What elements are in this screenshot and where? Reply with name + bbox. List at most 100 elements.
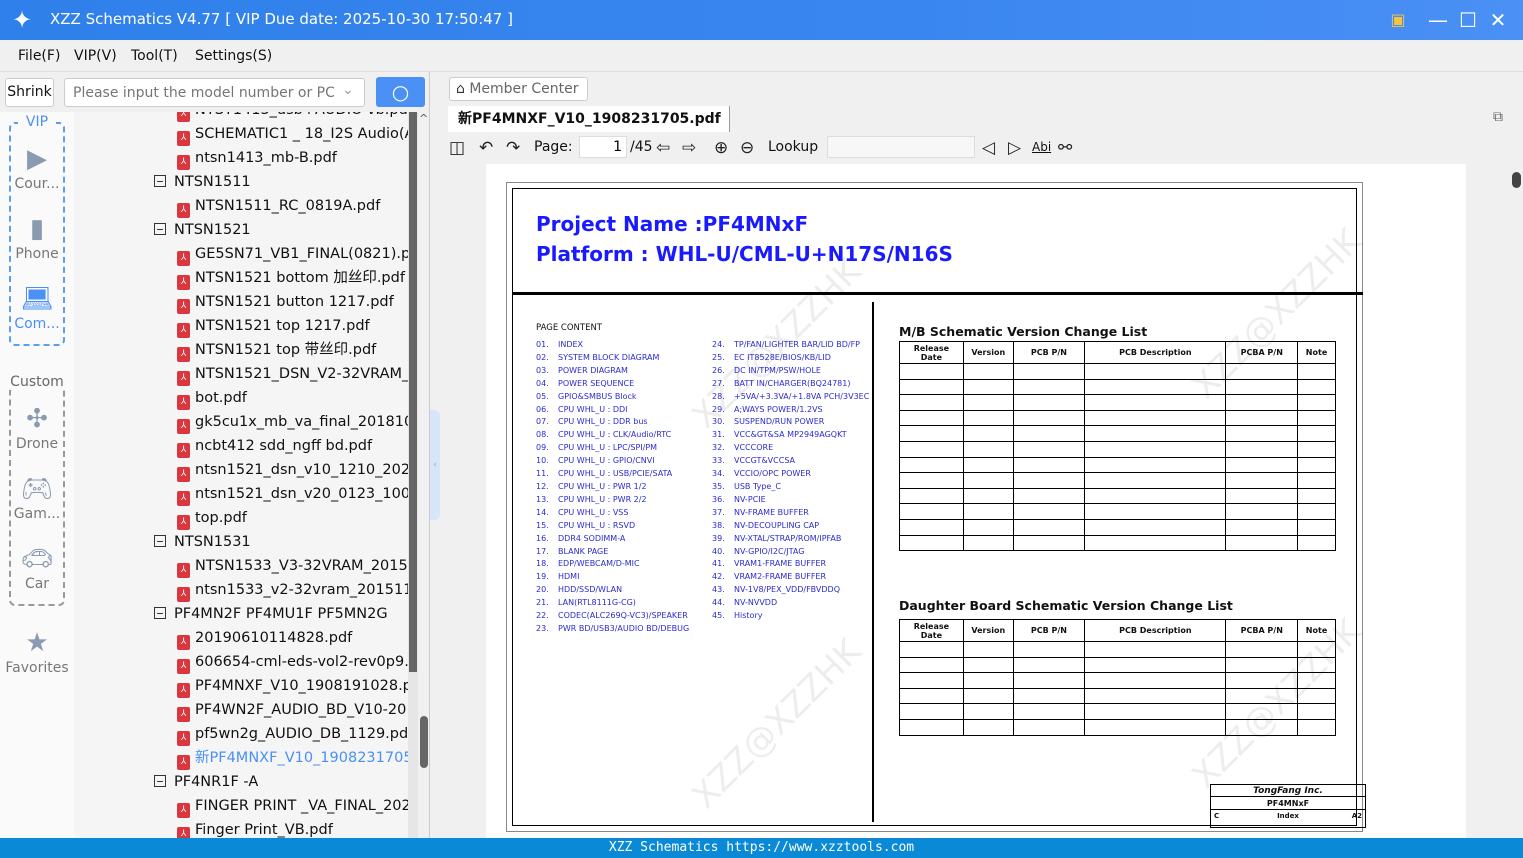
tree-file[interactable]: ⅄ ntsn1521_dsn_v10_1210_2020.pdf [177,458,408,482]
collapse-icon[interactable] [154,175,166,187]
pdf-icon: ⅄ [177,203,190,218]
tree-folder[interactable]: NTSN1531 [154,530,251,554]
tree-file[interactable]: ⅄ PF4MNXF_V10_1908191028.pdf [177,674,408,698]
prev-page-icon[interactable]: ⇦ [656,138,670,158]
sidebar-item-courses[interactable]: ▶ Cour... [0,144,74,192]
find-next-icon[interactable]: ▷ [1008,138,1021,158]
sidebar-item-phone[interactable]: ▮ Phone [0,214,74,262]
find-prev-icon[interactable]: ◁ [982,138,995,158]
tree-folder[interactable]: NTSN1511 [154,170,251,194]
menu-file[interactable]: File(F) [18,48,60,64]
tree-folder[interactable]: NTSN1521 [154,218,251,242]
page-input[interactable] [579,136,627,158]
rotate-left-icon[interactable]: ↶ [479,138,493,158]
scroll-up-icon[interactable]: ^ [419,112,428,125]
close-button[interactable]: ✕ [1486,8,1510,32]
collapse-panel-handle[interactable]: ‹ [430,410,440,520]
vip-bag-icon[interactable]: ▣ [1386,8,1410,32]
mb-version-title: M/B Schematic Version Change List [899,324,1148,339]
rotate-right-icon[interactable]: ↷ [506,138,520,158]
search-input[interactable] [64,78,365,107]
collapse-icon[interactable] [154,223,166,235]
tree-file[interactable]: ⅄ NTST1413_usb+AUDIO vb.pdf [177,112,408,122]
tree-scrollbar-thumb[interactable] [420,716,428,768]
tree-file[interactable]: ⅄ NTSN1533_V3-32VRAM_201512 [177,554,408,578]
menu-vip[interactable]: VIP(V) [74,48,117,64]
document-tab[interactable]: 新PF4MNXF_V10_1908231705.pdf [448,106,730,132]
table-cell [962,641,1014,658]
chevron-down-icon[interactable]: ⌄ [342,82,354,98]
sidebar-item-car[interactable]: 🚗︎ Car [0,544,74,592]
tree-file[interactable]: ⅄ Finger Print_VB.pdf [177,818,408,838]
tree-file[interactable]: ⅄ bot.pdf [177,386,408,410]
toc-number: 06. [536,404,549,414]
two-page-icon[interactable]: ◫ [449,138,465,158]
tree-folder[interactable]: PF4MN2F PF4MU1F PF5MN2G [154,602,388,626]
lookup-input[interactable] [827,136,975,158]
table-cell [1012,641,1086,658]
pdf-icon: ⅄ [177,587,190,602]
table-row [899,487,1336,505]
tree-file[interactable]: ⅄ NTSN1521_DSN_V2-32VRAM_04 [177,362,408,386]
next-page-icon[interactable]: ⇨ [682,138,696,158]
toc-entry: 11. CPU WHL_U : USB/PCIE/SATA [536,468,689,481]
tree-file[interactable]: ⅄ NTSN1521 button 1217.pdf [177,290,408,314]
tree-file[interactable]: ⅄ FINGER PRINT _VA_FINAL_20200 [177,794,408,818]
menu-settings[interactable]: Settings(S) [195,48,272,64]
sidebar-item-favorites[interactable]: ★ Favorites [0,628,74,676]
tree-file[interactable]: ⅄ pf5wn2g_AUDIO_DB_1129.pdf [177,722,408,746]
zoom-out-icon[interactable]: ⊖ [740,138,754,158]
table-cell [899,487,964,505]
collapse-icon[interactable] [154,607,166,619]
tree-file[interactable]: ⅄ NTSN1521 top 带丝印.pdf [177,338,408,362]
toc-number: 43. [712,585,725,595]
table-cell [1297,703,1336,720]
table-cell [1297,718,1336,736]
tree-file[interactable]: ⅄ ntsn1413_mb-B.pdf [177,146,408,170]
member-center-button[interactable]: ⌂ Member Center [449,77,588,101]
tree-file[interactable]: ⅄ ntsn1521_dsn_v20_0123_1000.pdf [177,482,408,506]
zoom-in-icon[interactable]: ⊕ [714,138,728,158]
tree-file[interactable]: ⅄ SCHEMATIC1 _ 18_I2S Audio(ALC [177,122,408,146]
collapse-icon[interactable] [154,775,166,787]
toc-entry: 10. CPU WHL_U : GPIO/CNVI [536,455,689,468]
tree-item-label: NTSN1521 top 1217.pdf [195,318,370,334]
table-cell [1084,518,1227,536]
tree-folder[interactable]: PF4NR1F -A [154,770,258,794]
tree-file[interactable]: ⅄ 20190610114828.pdf [177,626,408,650]
sidebar-item-drone[interactable]: ✣ Drone [0,404,74,452]
maximize-button[interactable]: ☐ [1456,8,1480,32]
table-cell [962,656,1014,674]
pdf-icon: ⅄ [177,251,190,266]
tree-file[interactable]: ⅄ GE5SN71_VB1_FINAL(0821).pdf [177,242,408,266]
menu-tool[interactable]: Tool(T) [131,48,178,64]
sidebar-item-games[interactable]: 🎮︎ Gam... [0,474,74,522]
tree-file[interactable]: ⅄ 606654-cml-eds-vol2-rev0p9.pdf [177,650,408,674]
tree-file[interactable]: ⅄ PF4WN2F_AUDIO_BD_V10-2019 [177,698,408,722]
toc-entry: 02. SYSTEM BLOCK DIAGRAM [536,352,689,365]
table-cell [1225,440,1299,458]
toc-title: VRAM1-FRAME BUFFER [734,559,827,569]
close-tab-icon[interactable]: ⧉ [1493,109,1503,125]
match-case-icon[interactable]: Abi [1032,140,1051,154]
tree-file[interactable]: ⅄ ncbt412 sdd_ngff bd.pdf [177,434,408,458]
tree-scrollbar[interactable] [408,112,418,838]
minimize-button[interactable]: — [1426,8,1450,32]
column-header: PCB P/N [1012,619,1086,642]
collapse-icon[interactable] [154,535,166,547]
tree-file[interactable]: ⅄ 新PF4MNXF_V10_1908231705.pdf [177,746,408,770]
toc-title: GPIO&SMBUS Block [558,391,637,401]
search-button[interactable]: ○ [376,77,425,107]
sidebar-item-computer[interactable]: 💻︎ Com... [0,284,74,332]
tree-file[interactable]: ⅄ top.pdf [177,506,408,530]
toc-number: 22. [536,611,549,621]
tree-file[interactable]: ⅄ NTSN1521 bottom 加丝印.pdf [177,266,408,290]
binoculars-icon[interactable]: ⚯ [1058,138,1072,158]
toc-entry: 42. VRAM2-FRAME BUFFER [712,571,869,584]
pdf-scrollbar[interactable] [1510,164,1523,838]
tree-file[interactable]: ⅄ NTSN1511_RC_0819A.pdf [177,194,408,218]
tree-file[interactable]: ⅄ ntsn1533_v2-32vram_20151114_ [177,578,408,602]
tree-file[interactable]: ⅄ NTSN1521 top 1217.pdf [177,314,408,338]
tree-file[interactable]: ⅄ gk5cu1x_mb_va_final_20181029 [177,410,408,434]
shrink-button[interactable]: Shrink [5,78,54,107]
